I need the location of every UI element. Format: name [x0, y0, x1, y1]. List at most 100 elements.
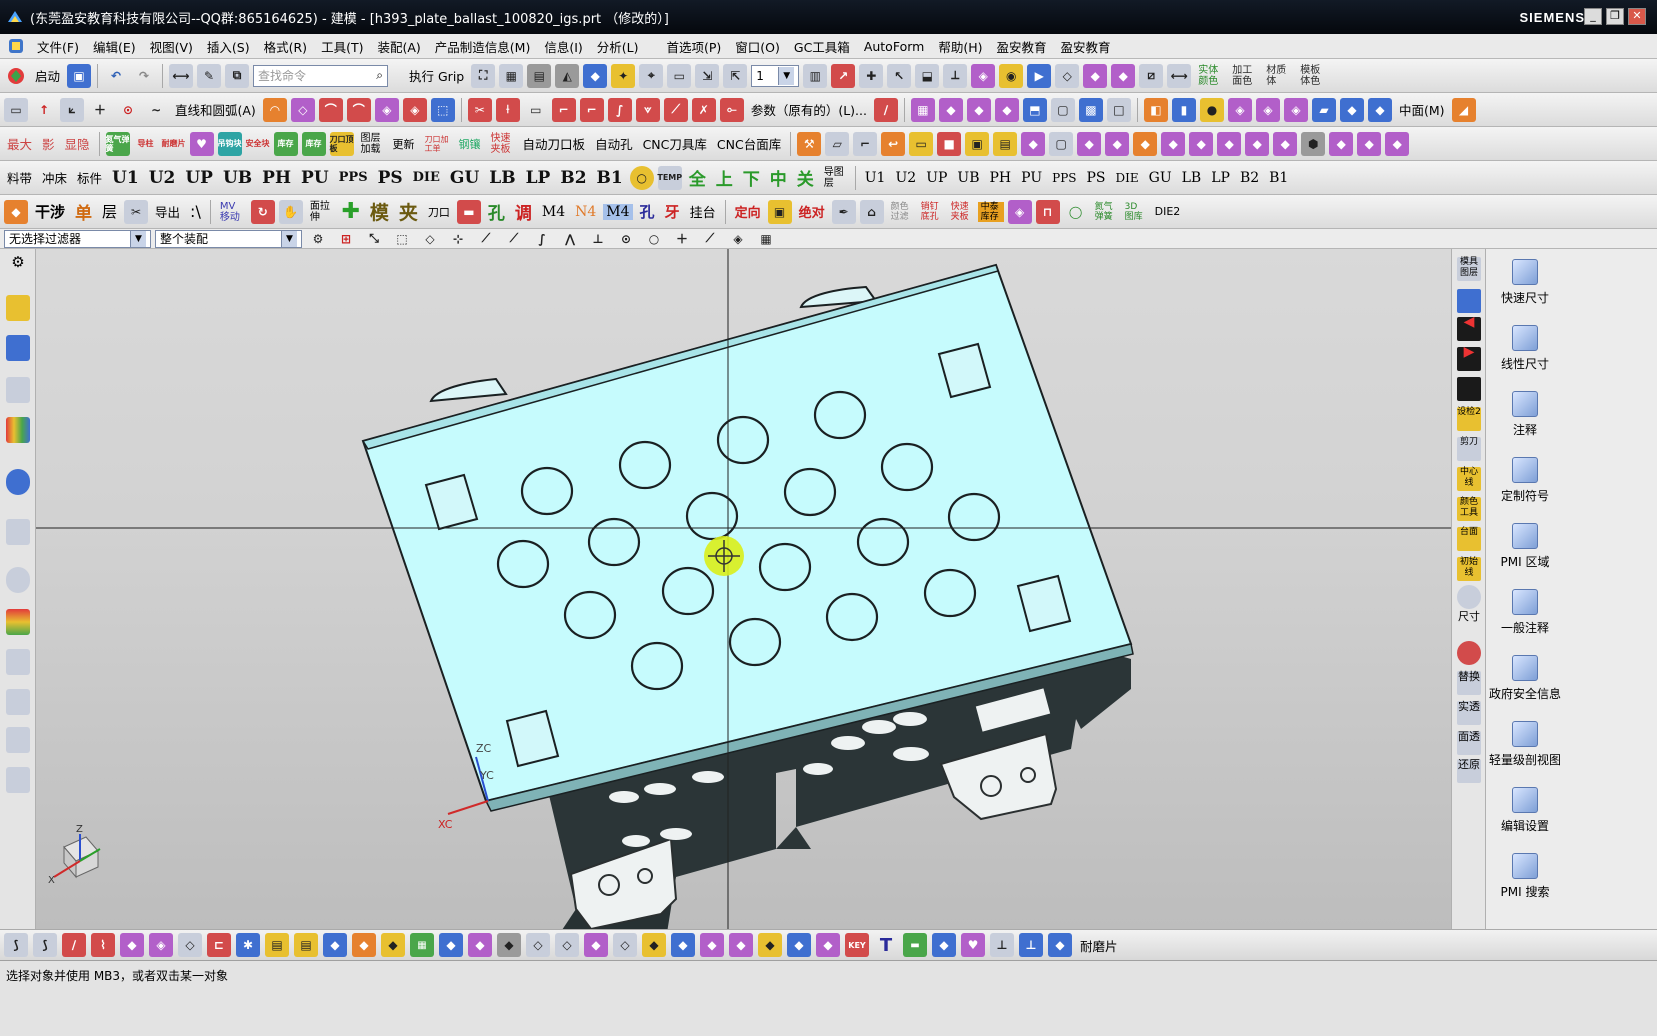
show-middle-button[interactable]: 中 — [767, 165, 790, 190]
eraser-icon[interactable]: ▬ — [456, 199, 481, 224]
module-icon-5[interactable]: ◆ — [1133, 131, 1158, 156]
module-icon-14[interactable]: ◆ — [1385, 131, 1410, 156]
extend-icon[interactable]: ⟋ — [663, 97, 688, 122]
interference-button[interactable]: 干涉 — [32, 201, 68, 222]
block-icon[interactable]: ◧ — [1143, 97, 1168, 122]
module-icon-13[interactable]: ◆ — [1357, 131, 1382, 156]
analysis-icon[interactable]: ◉ — [999, 63, 1024, 88]
mv-move-button[interactable]: MV移动 — [217, 201, 247, 223]
bottom-tool-4-icon[interactable]: ⌇ — [91, 933, 115, 957]
plate-ps[interactable]: PS — [375, 168, 406, 188]
plate-ub[interactable]: UB — [220, 168, 255, 188]
update-button[interactable]: 更新 — [390, 136, 418, 152]
roles-icon[interactable] — [6, 727, 30, 753]
sheetmetal-icon[interactable]: ⚒ — [797, 131, 822, 156]
bridge-icon[interactable]: ⌒ — [318, 97, 343, 122]
dark-block-icon[interactable] — [1457, 377, 1481, 401]
thread-button[interactable]: 牙 — [662, 201, 683, 222]
command-search[interactable]: 查找命令 ⌕ — [253, 64, 389, 87]
design-check-button[interactable]: 设检2 — [1457, 407, 1481, 431]
solid-red-icon[interactable]: ■ — [937, 131, 962, 156]
menu-yingan-1[interactable]: 盈安教育 — [989, 37, 1053, 56]
module-icon-12[interactable]: ◆ — [1329, 131, 1354, 156]
die2-button[interactable]: DIE2 — [1152, 205, 1184, 218]
add-icon[interactable]: ✚ — [339, 199, 363, 224]
start-menu[interactable]: 启动 — [32, 66, 63, 85]
folder-icon[interactable]: ▤ — [993, 131, 1018, 156]
system-scenes-icon[interactable] — [6, 767, 30, 793]
replace-button[interactable]: 替换 — [1457, 671, 1481, 695]
bottom-tool-25-icon[interactable]: ◆ — [700, 933, 724, 957]
rotate-icon[interactable]: ↻ — [250, 199, 275, 224]
ring-icon[interactable]: ○ — [629, 165, 654, 190]
trim-icon[interactable]: ✂ — [467, 97, 492, 122]
extrude-icon[interactable]: ▰ — [1311, 97, 1336, 122]
cube-view-icon[interactable]: ◆ — [583, 63, 608, 88]
layer-icon[interactable]: ▤ — [527, 63, 552, 88]
heart-icon[interactable]: ♥ — [189, 131, 214, 156]
snap-point-icon[interactable]: ⊹ — [446, 230, 470, 248]
lightweight-section-button[interactable]: 轻量级剖视图 — [1486, 721, 1564, 768]
move-lp[interactable]: LP — [1208, 170, 1233, 186]
press-button[interactable]: 冲床 — [39, 168, 70, 187]
text-tool-icon[interactable]: T — [874, 933, 898, 957]
bottom-tool-2-icon[interactable]: ⟆ — [33, 933, 57, 957]
bottom-tool-28-icon[interactable]: ◆ — [787, 933, 811, 957]
cross-icon[interactable]: ＋ — [88, 98, 112, 122]
bottom-tool-34-icon[interactable]: ⊥ — [990, 933, 1014, 957]
auto-hole-button-2[interactable]: 孔 — [637, 201, 658, 222]
settings-gear-icon[interactable]: ⚙ — [6, 253, 30, 279]
boolean-icon[interactable]: ◈ — [1227, 97, 1252, 122]
menu-preferences[interactable]: 首选项(P) — [660, 37, 729, 56]
midsurface-dropdown[interactable]: 中面(M) — [1396, 100, 1448, 119]
arrow-left-icon[interactable]: ◀ — [1457, 315, 1481, 341]
quick-clamp-button-2[interactable]: 快速夹板 — [948, 202, 974, 222]
module-icon-10[interactable]: ◆ — [1273, 131, 1298, 156]
chevron-down-icon[interactable]: ▼ — [130, 230, 146, 247]
bounded-icon[interactable]: ▢ — [1050, 97, 1075, 122]
edit-curve-icon[interactable]: ✗ — [691, 97, 716, 122]
bottom-tool-24-icon[interactable]: ◆ — [671, 933, 695, 957]
dimension-button[interactable]: 尺寸 — [1457, 611, 1481, 635]
single-button[interactable]: 单 — [72, 199, 95, 224]
model-view[interactable]: ZC YC XC Z X — [36, 249, 1451, 929]
paint-icon[interactable]: ✦ — [611, 63, 636, 88]
snap-mid-icon[interactable]: ⟋ — [502, 230, 526, 248]
orient2-icon[interactable]: ⇱ — [723, 63, 748, 88]
info-icon[interactable] — [6, 469, 30, 495]
menu-tools[interactable]: 工具(T) — [314, 37, 370, 56]
bottom-tool-13-icon[interactable]: ◆ — [352, 933, 376, 957]
bottom-tool-36-icon[interactable]: ◆ — [1048, 933, 1072, 957]
minimize-button[interactable]: _ — [1584, 8, 1602, 25]
move-u2[interactable]: U2 — [892, 170, 919, 186]
key-icon[interactable]: KEY — [845, 933, 869, 957]
3d-library-button[interactable]: 3D图库 — [1122, 202, 1148, 222]
m4-button-2[interactable]: M4 — [603, 203, 633, 220]
join-icon[interactable]: ⌒ — [346, 97, 371, 122]
plate-lb[interactable]: LB — [486, 168, 518, 188]
temp-icon[interactable]: TEMP — [657, 165, 682, 190]
face-transparent-button[interactable]: 面透 — [1457, 731, 1481, 755]
cnc-tool-lib-button[interactable]: CNC刀具库 — [640, 134, 710, 153]
snap-onedge-icon[interactable]: ⟋ — [698, 230, 722, 248]
sketch-icon[interactable]: ▭ — [4, 97, 28, 122]
bottom-tool-32-icon[interactable]: ◆ — [932, 933, 956, 957]
show-lower-button[interactable]: 下 — [740, 165, 763, 190]
bottom-tool-26-icon[interactable]: ◆ — [729, 933, 753, 957]
bottom-tool-23-icon[interactable]: ◆ — [642, 933, 666, 957]
menu-assembly[interactable]: 装配(A) — [370, 37, 427, 56]
nx-icon[interactable]: ▩ — [1078, 97, 1103, 122]
split-icon[interactable]: ⟊ — [495, 97, 520, 122]
custom-symbol-button[interactable]: 定制符号 — [1486, 457, 1564, 504]
bottom-tool-15-icon[interactable]: ▦ — [410, 933, 434, 957]
wear-plate-button[interactable]: 耐磨片 — [162, 132, 186, 156]
stock-button-2[interactable]: 库存 — [301, 131, 326, 156]
sweep-icon[interactable]: ◆ — [1367, 97, 1392, 122]
module-icon-2[interactable]: ▢ — [1049, 131, 1074, 156]
part-navigator-icon[interactable] — [6, 377, 30, 403]
show-upper-button[interactable]: 上 — [713, 165, 736, 190]
arrow-right-icon[interactable]: ▶ — [1457, 345, 1481, 371]
hand-icon[interactable]: ✋ — [278, 199, 303, 224]
shell-icon[interactable]: ◈ — [1255, 97, 1280, 122]
pattern-icon[interactable]: ◆ — [1111, 63, 1136, 88]
